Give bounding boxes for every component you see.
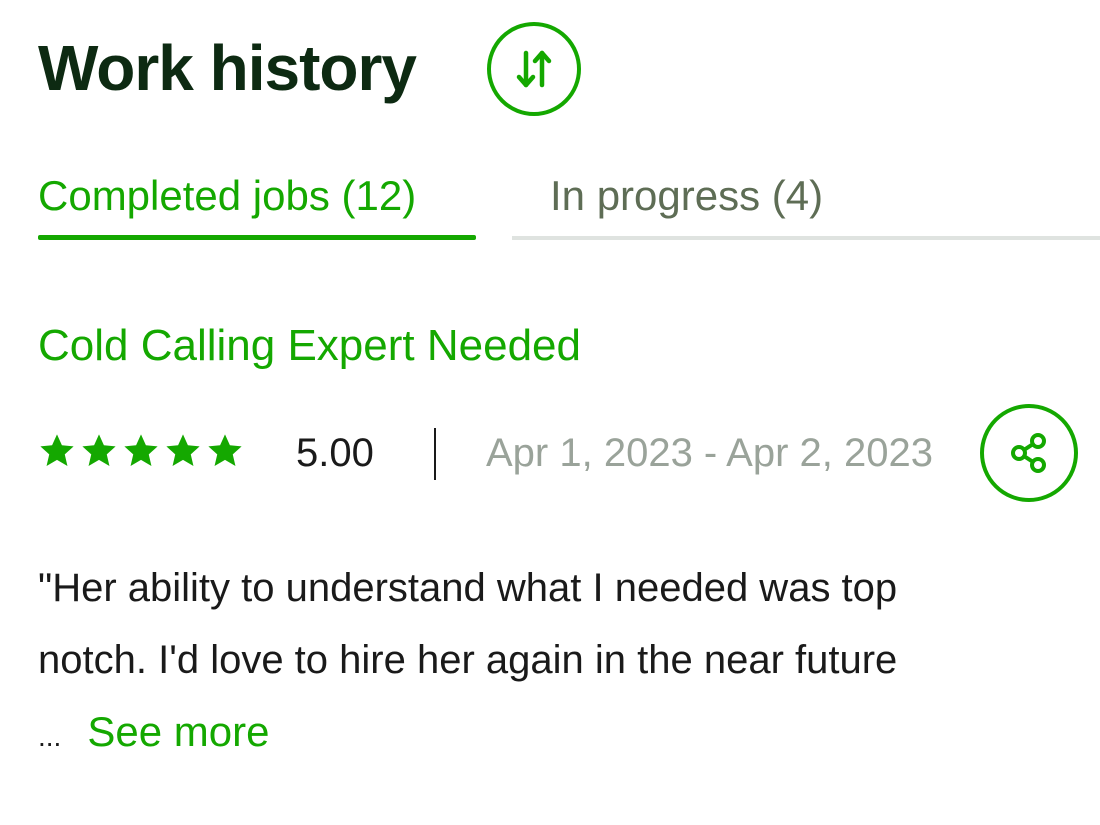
star-rating [38,432,244,470]
work-history-section: Work history Completed jobs (12) In prog… [0,0,1100,825]
star-icon [208,434,242,467]
tab-bar: Completed jobs (12) In progress (4) [38,160,1100,242]
tab-completed-jobs[interactable]: Completed jobs (12) [38,160,476,242]
review-line: "Her ability to understand what I needed… [38,566,898,610]
divider [434,428,436,480]
job-title-link[interactable]: Cold Calling Expert Needed [38,316,581,376]
page-title: Work history [38,32,417,104]
review-line: notch. I'd love to hire her again in the… [38,638,898,682]
sort-button[interactable] [487,22,581,116]
rating-score: 5.00 [296,431,374,475]
review-line-last: ... See more [38,696,1088,773]
job-date-range: Apr 1, 2023 - Apr 2, 2023 [486,431,933,475]
star-icon [166,434,200,467]
ellipsis: ... [38,721,62,752]
tab-in-progress[interactable]: In progress (4) [512,160,1100,242]
share-button[interactable] [980,404,1078,502]
star-icon [40,434,74,467]
share-icon [1011,433,1046,473]
star-icon [124,434,158,467]
job-meta-row: 5.00 Apr 1, 2023 - Apr 2, 2023 [38,404,1078,502]
see-more-link[interactable]: See more [87,708,269,755]
review-text: "Her ability to understand what I needed… [38,552,1088,773]
star-icon [82,434,116,467]
sort-arrows-icon [516,50,552,88]
